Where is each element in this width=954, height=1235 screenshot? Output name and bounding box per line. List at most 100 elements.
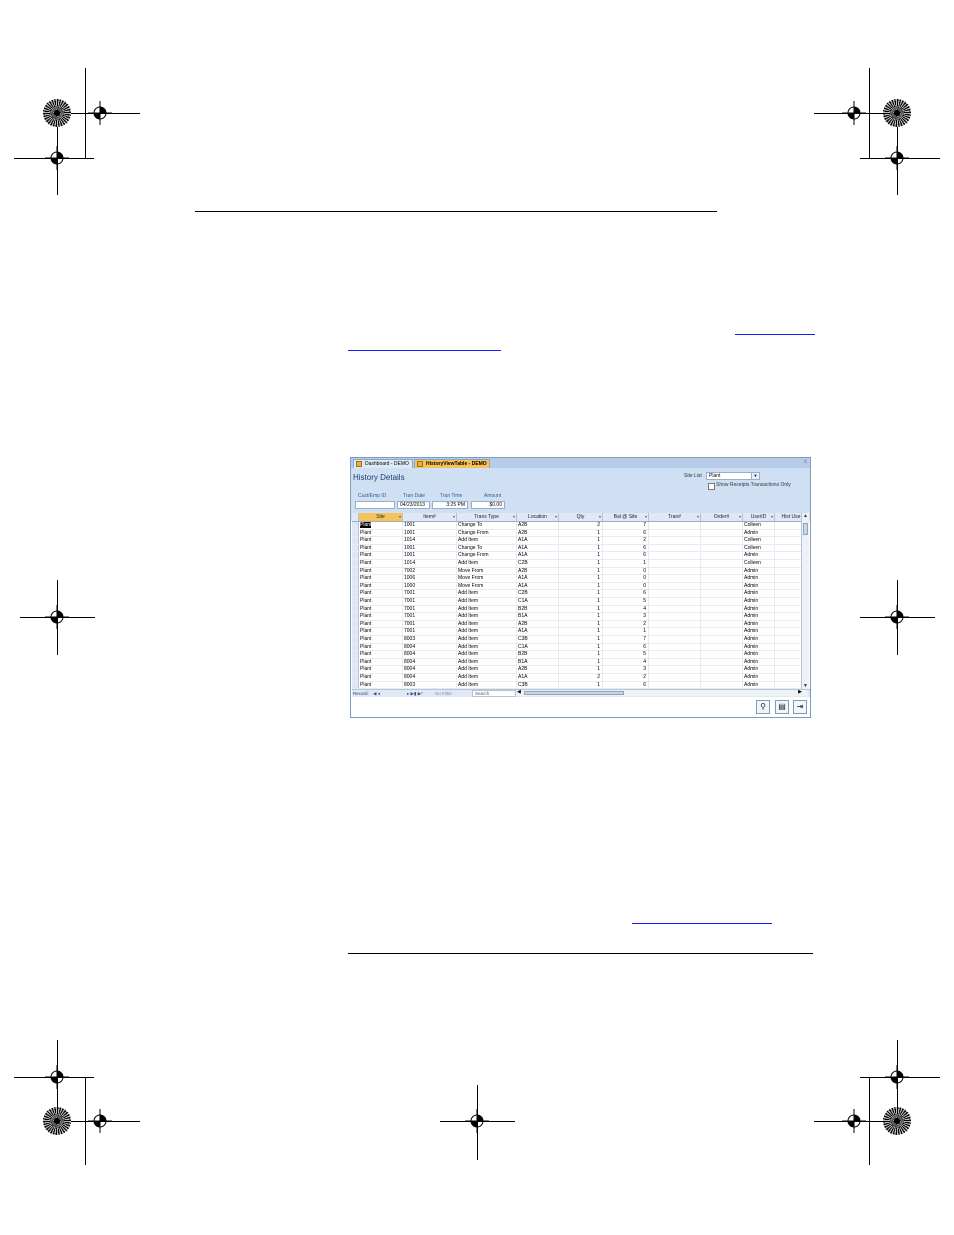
- table-cell[interactable]: Admin: [743, 643, 775, 652]
- scroll-left-icon[interactable]: ◀: [517, 689, 521, 695]
- table-cell[interactable]: A1A: [517, 674, 559, 682]
- table-cell[interactable]: 6: [603, 552, 649, 560]
- table-cell[interactable]: Plant: [359, 674, 403, 682]
- table-cell[interactable]: 3: [603, 613, 649, 621]
- table-row[interactable]: Plant 7001 Add Item A1A 1 1 Admin: [352, 628, 801, 636]
- table-cell[interactable]: [775, 598, 801, 606]
- table-cell[interactable]: 7001: [403, 605, 457, 614]
- record-selector[interactable]: [352, 613, 359, 620]
- receipts-only-checkbox[interactable]: [708, 483, 715, 490]
- table-cell[interactable]: [649, 666, 701, 674]
- table-cell[interactable]: C2B: [517, 590, 559, 598]
- table-cell[interactable]: 4: [603, 658, 649, 667]
- chevron-down-icon[interactable]: ▾: [453, 513, 455, 521]
- table-cell[interactable]: Colleen: [743, 560, 775, 568]
- table-row[interactable]: Plant 8003 Add Item C3B 1 7 Admin: [352, 636, 801, 644]
- table-cell[interactable]: 1: [559, 560, 603, 568]
- table-cell[interactable]: B2B: [517, 605, 559, 614]
- table-cell[interactable]: 8004: [403, 643, 457, 652]
- table-cell[interactable]: 6: [603, 590, 649, 598]
- table-cell[interactable]: 6: [603, 544, 649, 553]
- table-row[interactable]: Plant 1001 Change From A2B 1 6 Admin: [352, 529, 801, 538]
- table-cell[interactable]: Plant: [359, 651, 403, 659]
- table-cell[interactable]: A2B: [517, 666, 559, 674]
- table-cell[interactable]: Plant: [359, 636, 403, 644]
- table-cell[interactable]: Plant: [359, 613, 403, 621]
- table-cell[interactable]: [701, 613, 743, 621]
- filter-indicator[interactable]: No Filter: [435, 690, 452, 697]
- table-cell[interactable]: Admin: [743, 567, 775, 576]
- table-cell[interactable]: [701, 567, 743, 576]
- table-cell[interactable]: [701, 643, 743, 652]
- table-cell[interactable]: [775, 522, 801, 530]
- table-cell[interactable]: Admin: [743, 575, 775, 583]
- table-cell[interactable]: [775, 560, 801, 568]
- hyperlink-underline[interactable]: [632, 923, 772, 924]
- table-cell[interactable]: 1014: [403, 560, 457, 568]
- table-cell[interactable]: 1: [559, 605, 603, 614]
- table-cell[interactable]: 8004: [403, 674, 457, 682]
- record-selector[interactable]: [352, 681, 359, 689]
- table-cell[interactable]: [649, 567, 701, 576]
- table-cell[interactable]: [649, 575, 701, 583]
- table-cell[interactable]: [701, 666, 743, 674]
- table-cell[interactable]: C1A: [517, 643, 559, 652]
- table-cell[interactable]: Admin: [743, 681, 775, 689]
- table-row[interactable]: Plant 7001 Add Item C1A 1 5 Admin: [352, 598, 801, 606]
- table-cell[interactable]: Plant: [359, 522, 403, 530]
- table-cell[interactable]: C3B: [517, 636, 559, 644]
- table-cell[interactable]: Plant: [359, 658, 403, 667]
- table-cell[interactable]: 2: [559, 674, 603, 682]
- table-cell[interactable]: [701, 560, 743, 568]
- table-cell[interactable]: 1: [559, 666, 603, 674]
- record-selector[interactable]: [352, 590, 359, 597]
- table-cell[interactable]: 6: [603, 681, 649, 689]
- record-selector[interactable]: [352, 522, 359, 529]
- table-cell[interactable]: [649, 620, 701, 629]
- table-cell[interactable]: [649, 636, 701, 644]
- table-row[interactable]: Plant 7001 Add Item C2B 1 6 Admin: [352, 590, 801, 598]
- table-cell[interactable]: 3: [603, 666, 649, 674]
- table-cell[interactable]: [775, 606, 801, 614]
- table-cell[interactable]: 7001: [403, 613, 457, 621]
- table-cell[interactable]: 7001: [403, 628, 457, 636]
- column-header[interactable]: Bal @ Site ▾: [603, 513, 649, 521]
- chevron-down-icon[interactable]: ▾: [739, 513, 741, 521]
- table-cell[interactable]: 1: [559, 658, 603, 667]
- horizontal-scrollbar[interactable]: ◀ ▶: [516, 689, 808, 696]
- table-cell[interactable]: Add Item: [457, 613, 517, 621]
- column-header[interactable]: Hist Use: [775, 513, 801, 521]
- table-cell[interactable]: 1: [559, 575, 603, 583]
- table-cell[interactable]: [649, 522, 701, 530]
- table-cell[interactable]: 4: [603, 605, 649, 614]
- table-cell[interactable]: [701, 522, 743, 530]
- table-cell[interactable]: [701, 681, 743, 689]
- table-cell[interactable]: Admin: [743, 620, 775, 629]
- table-cell[interactable]: [649, 529, 701, 538]
- table-cell[interactable]: A2B: [517, 522, 559, 530]
- table-cell[interactable]: Add Item: [457, 658, 517, 667]
- record-selector[interactable]: [352, 575, 359, 582]
- table-cell[interactable]: 2: [603, 537, 649, 545]
- table-cell[interactable]: [649, 651, 701, 659]
- table-cell[interactable]: [701, 658, 743, 667]
- table-cell[interactable]: Add Item: [457, 620, 517, 629]
- hyperlink-underline[interactable]: [348, 350, 501, 351]
- select-all-cell[interactable]: [352, 513, 359, 521]
- table-cell[interactable]: Admin: [743, 674, 775, 682]
- column-header[interactable]: Trans Type ▾: [457, 513, 517, 521]
- table-row[interactable]: Plant 1014 Add Item C2B 1 1 Colleen: [352, 560, 801, 568]
- column-header[interactable]: Order# ▾: [701, 513, 743, 521]
- table-cell[interactable]: Add Item: [457, 590, 517, 598]
- table-cell[interactable]: 7: [603, 636, 649, 644]
- column-header[interactable]: Tran# ▾: [649, 513, 701, 521]
- column-header[interactable]: UserID ▾: [743, 513, 775, 521]
- table-cell[interactable]: Admin: [743, 598, 775, 606]
- table-cell[interactable]: 8004: [403, 666, 457, 674]
- table-cell[interactable]: [701, 674, 743, 682]
- table-cell[interactable]: Plant: [359, 552, 403, 560]
- table-cell[interactable]: [775, 644, 801, 652]
- amount-field[interactable]: $0.00: [471, 501, 505, 509]
- table-row[interactable]: Plant 1006 Move From A1A 1 0 Admin: [352, 575, 801, 583]
- table-cell[interactable]: 1: [559, 552, 603, 560]
